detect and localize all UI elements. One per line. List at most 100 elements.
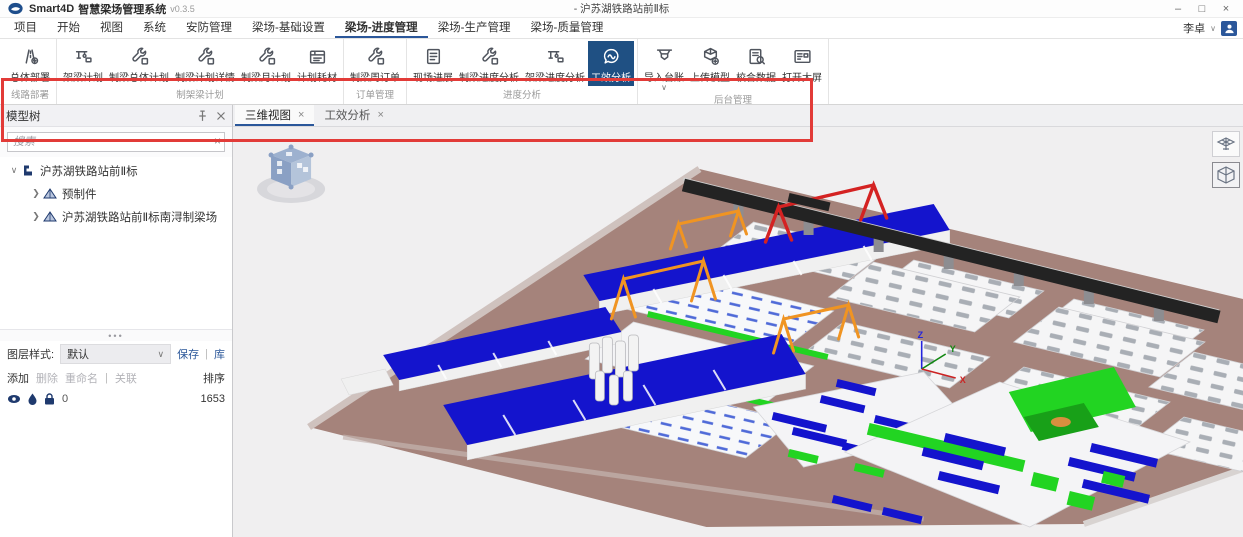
ribbon-group-backstage: 导入台账 ∨ 上传模型 校合数据 打开大屏 后 xyxy=(638,39,829,104)
tree-node-project[interactable]: ∨ 沪苏湖铁路站前Ⅱ标 xyxy=(0,159,232,182)
menu-item-production-management[interactable]: 梁场-生产管理 xyxy=(428,18,521,38)
tree-expanded-icon[interactable]: ∨ xyxy=(8,165,20,176)
library-link[interactable]: 库 xyxy=(214,346,225,362)
upload-model-button[interactable]: 上传模型 xyxy=(687,41,733,91)
tree-collapsed-icon[interactable]: ❯ xyxy=(30,211,42,222)
user-avatar[interactable] xyxy=(1221,21,1237,36)
overall-deploy-button[interactable]: 总体部署 xyxy=(7,41,53,86)
user-chevron-icon[interactable]: ∨ xyxy=(1210,24,1216,33)
tab-3d-view[interactable]: 三维视图 × xyxy=(235,105,314,126)
menu-item-base-settings[interactable]: 梁场-基础设置 xyxy=(242,18,335,38)
user-area: 李卓 ∨ xyxy=(1183,18,1243,38)
ribbon-group-beam-plan: 架梁计划 制梁总体计划 制梁计划详情 制梁月计划 xyxy=(57,39,344,104)
beam-overall-plan-button[interactable]: 制梁总体计划 xyxy=(106,41,172,86)
panel-splitter-handle[interactable]: ••• xyxy=(0,329,232,341)
tree-node-label: 沪苏湖铁路站前Ⅱ标南浔制梁场 xyxy=(62,209,217,225)
layer-name: 0 xyxy=(62,393,68,405)
beam-make-progress-analysis-button[interactable]: 制梁进度分析 xyxy=(456,41,522,86)
pin-icon[interactable] xyxy=(197,110,208,122)
window-controls: – □ × xyxy=(1167,1,1237,17)
plan-materials-button[interactable]: 计划耗材 xyxy=(294,41,340,86)
ribbon-group-order: 制梁周订单 订单管理 xyxy=(344,39,407,104)
menu-item-start[interactable]: 开始 xyxy=(47,18,90,38)
link-layer-button[interactable]: 关联 xyxy=(115,370,137,386)
layer-order-number: 1653 xyxy=(201,393,225,405)
menu-item-view[interactable]: 视图 xyxy=(90,18,133,38)
upload-model-icon xyxy=(701,45,720,67)
import-ledger-button[interactable]: 导入台账 ∨ xyxy=(641,41,687,91)
menu-item-progress-management[interactable]: 梁场-进度管理 xyxy=(335,18,428,38)
title-bar: Smart4D 智慧梁场管理系统 v0.3.5 - 沪苏湖铁路站前Ⅱ标 – □ … xyxy=(0,0,1243,18)
verify-data-button[interactable]: 校合数据 xyxy=(733,41,779,91)
menu-bar: 项目 开始 视图 系统 安防管理 梁场-基础设置 梁场-进度管理 梁场-生产管理… xyxy=(0,18,1243,39)
chevron-down-icon[interactable]: ∨ xyxy=(661,84,667,91)
tab-efficiency-analysis[interactable]: 工效分析 × xyxy=(314,105,393,126)
beam-month-plan-button[interactable]: 制梁月计划 xyxy=(238,41,294,86)
menu-item-quality-management[interactable]: 梁场-质量管理 xyxy=(521,18,614,38)
menu-item-security[interactable]: 安防管理 xyxy=(176,18,242,38)
model-pyramid-icon xyxy=(42,188,58,200)
model-tree-panel: 模型树 × ∨ 沪苏湖铁路站前Ⅱ标 ❯ xyxy=(0,105,233,537)
materials-box-icon xyxy=(308,45,327,67)
window-maximize-button[interactable]: □ xyxy=(1191,1,1213,17)
layer-style-select[interactable]: 默认 ∨ xyxy=(60,344,171,364)
rename-layer-button[interactable]: 重命名 xyxy=(65,370,98,386)
wrench-icon xyxy=(196,45,215,67)
window-close-button[interactable]: × xyxy=(1215,1,1237,17)
app-logo-icon xyxy=(8,2,23,15)
document-icon xyxy=(424,45,443,67)
app-name: Smart4D xyxy=(29,3,74,15)
beam-plan-detail-button[interactable]: 制梁计划详情 xyxy=(172,41,238,86)
sort-button[interactable]: 排序 xyxy=(203,370,225,386)
tree-node-precast[interactable]: ❯ 预制件 xyxy=(0,182,232,205)
weekly-order-button[interactable]: 制梁周订单 xyxy=(347,41,403,86)
svg-text:X: X xyxy=(960,375,966,385)
view-3d-button[interactable] xyxy=(1212,162,1240,188)
menu-item-project[interactable]: 项目 xyxy=(4,18,47,38)
close-tab-icon[interactable]: × xyxy=(298,109,304,121)
user-name[interactable]: 李卓 xyxy=(1183,20,1205,36)
view-2d-button[interactable] xyxy=(1212,131,1240,157)
lock-icon[interactable] xyxy=(44,393,55,405)
3d-viewport[interactable]: Z Y X xyxy=(233,127,1243,537)
chat-wave-icon xyxy=(602,45,621,67)
big-screen-icon xyxy=(793,45,812,67)
wrench-icon xyxy=(257,45,276,67)
site-progress-button[interactable]: 现场进展 xyxy=(410,41,456,86)
layer-style-label: 图层样式: xyxy=(7,346,54,362)
open-big-screen-button[interactable]: 打开大屏 xyxy=(779,41,825,91)
beam-erect-progress-analysis-button[interactable]: 架梁进度分析 xyxy=(522,41,588,86)
tree-node-beam-yard[interactable]: ❯ 沪苏湖铁路站前Ⅱ标南浔制梁场 xyxy=(0,205,232,228)
search-clear-icon[interactable]: × xyxy=(214,134,221,148)
delete-layer-button[interactable]: 删除 xyxy=(36,370,58,386)
gantry-crane-icon xyxy=(74,45,93,67)
app-version: v0.3.5 xyxy=(170,4,195,14)
layer-item-row[interactable]: 0 1653 xyxy=(0,389,232,409)
layer-style-row: 图层样式: 默认 ∨ 保存 | 库 xyxy=(0,341,232,367)
close-tab-icon[interactable]: × xyxy=(377,109,383,121)
visibility-eye-icon[interactable] xyxy=(7,394,21,404)
navigation-cube-gizmo[interactable] xyxy=(257,145,325,204)
road-deploy-icon xyxy=(21,45,40,67)
search-input[interactable] xyxy=(7,132,225,152)
add-layer-button[interactable]: 添加 xyxy=(7,370,29,386)
flat-grid-icon xyxy=(1216,135,1236,153)
wrench-icon xyxy=(366,45,385,67)
color-droplet-icon[interactable] xyxy=(28,393,37,405)
efficiency-analysis-button[interactable]: 工效分析 xyxy=(588,41,634,86)
person-icon xyxy=(1224,23,1235,34)
save-link[interactable]: 保存 xyxy=(177,346,199,362)
svg-text:Z: Z xyxy=(918,330,924,340)
window-minimize-button[interactable]: – xyxy=(1167,1,1189,17)
project-structure-icon xyxy=(20,164,36,177)
gantry-crane-icon xyxy=(546,45,565,67)
ribbon-group-route-deploy: 总体部署 线路部署 xyxy=(4,39,57,104)
tree-collapsed-icon[interactable]: ❯ xyxy=(30,188,42,199)
menu-item-system[interactable]: 系统 xyxy=(133,18,176,38)
ribbon-toolbar: 总体部署 线路部署 架梁计划 制梁总体计划 制梁计划 xyxy=(0,39,1243,105)
close-panel-icon[interactable] xyxy=(216,111,226,121)
3d-scene[interactable]: Z Y X xyxy=(233,127,1243,537)
ribbon-group-progress-analysis: 现场进展 制梁进度分析 架梁进度分析 工效分析 进度分析 xyxy=(407,39,638,104)
tree-node-label: 沪苏湖铁路站前Ⅱ标 xyxy=(40,163,138,179)
erect-beam-plan-button[interactable]: 架梁计划 xyxy=(60,41,106,86)
